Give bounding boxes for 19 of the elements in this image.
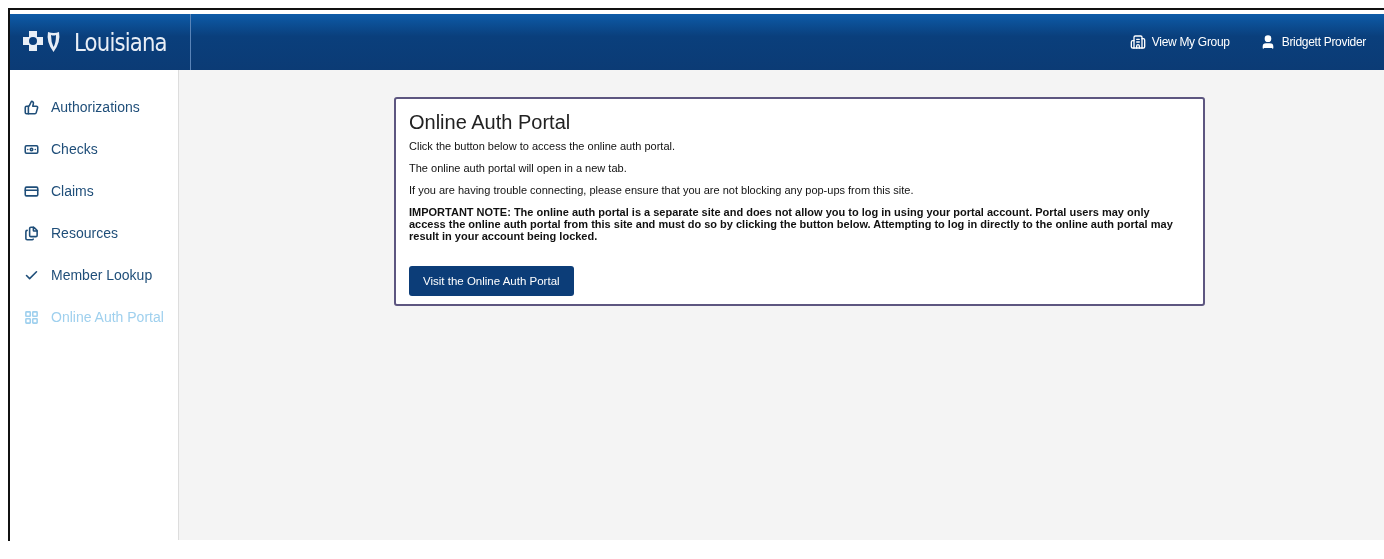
building-icon	[1129, 34, 1146, 50]
thumbs-up-icon	[24, 99, 39, 115]
sidebar-item[interactable]: Resources	[10, 212, 178, 254]
sidebar-item[interactable]: Claims	[10, 170, 178, 212]
sidebar-item[interactable]: Checks	[10, 128, 178, 170]
info-text: If you are having trouble connecting, please ensure that you are not blocking any pop-ups from this site.	[409, 184, 915, 196]
group-link[interactable]: View My Group	[1129, 34, 1230, 50]
info-text: The online auth portal will open in a new tab.	[409, 162, 628, 174]
important-note: IMPORTANT NOTE: The online auth portal is a separate site and does not allow you to log in using your portal account. Portal users may only access the online auth portal from this site and must do so by clicking the button below. Attempting to log in directly to the online auth portal may result in your account being locked.	[409, 206, 1174, 242]
documents-icon	[24, 225, 39, 241]
brand-name: Louisiana	[74, 27, 167, 57]
grid-icon	[24, 309, 39, 325]
user-menu-link[interactable]: Bridgett Provider	[1259, 34, 1366, 50]
visit-portal-button[interactable]: Visit the Online Auth Portal	[409, 266, 574, 296]
info-text: Click the button below to access the online auth portal.	[409, 140, 676, 152]
sidebar-item[interactable]: Member Lookup	[10, 254, 178, 296]
card-icon	[24, 183, 39, 199]
sidebar-item[interactable]: Authorizations	[10, 86, 178, 128]
card-title: Online Auth Portal	[409, 111, 572, 134]
